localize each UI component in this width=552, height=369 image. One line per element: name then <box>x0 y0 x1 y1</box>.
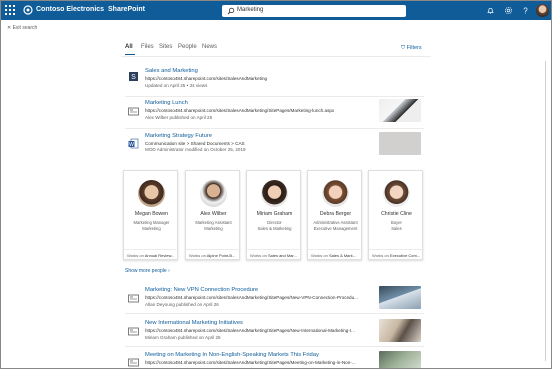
person-works-on: Works on Alpine Point-B... <box>186 249 241 260</box>
tab-files[interactable]: Files <box>141 44 154 50</box>
search-box[interactable]: Marketing <box>222 5 406 17</box>
person-card[interactable]: Miriam Graham Director Sales & Marketing… <box>246 170 302 260</box>
person-card[interactable]: Christie Cline Buyer Sales Works on Exec… <box>368 170 424 260</box>
show-more-people-label: Show more people <box>125 268 167 274</box>
result-thumbnail[interactable] <box>379 99 421 122</box>
avatar <box>261 180 288 207</box>
person-department: Sales & Marketing <box>257 226 292 231</box>
contoso-logo-icon <box>23 5 33 15</box>
brand-name[interactable]: Contoso Electronics <box>36 6 104 13</box>
person-title: Marketing Manager <box>133 220 170 225</box>
divider <box>125 313 424 314</box>
svg-text:S: S <box>131 74 136 81</box>
result-title[interactable]: Marketing Strategy Future <box>145 133 212 139</box>
person-name: Megan Bowen <box>134 211 169 217</box>
filters-button[interactable]: ⛉ Filters <box>401 45 422 52</box>
app-name[interactable]: SharePoint <box>108 6 145 13</box>
suite-bar: Contoso Electronics SharePoint Marketing… <box>1 1 551 20</box>
word-doc-icon: W <box>128 138 139 149</box>
person-name: Alex Wilber <box>200 211 227 217</box>
result-thumbnail[interactable] <box>379 286 421 309</box>
divider <box>125 96 424 97</box>
news-icon <box>128 358 139 367</box>
result-title[interactable]: Marketing Lunch <box>145 100 188 106</box>
site-icon: S <box>129 72 138 81</box>
result-item[interactable]: S Sales and Marketing https://contoso484… <box>125 67 424 93</box>
search-page: Contoso Electronics SharePoint Marketing… <box>0 0 552 369</box>
result-thumbnail[interactable] <box>379 132 421 155</box>
result-item[interactable]: Meeting on Marketing In Non-English-Spea… <box>125 351 424 368</box>
person-title: Director <box>267 220 282 225</box>
news-icon <box>128 327 139 336</box>
exit-search-label: Exit search <box>12 25 38 31</box>
result-meta: Updated on April 25 • 34 views <box>145 83 208 88</box>
user-avatar[interactable] <box>536 4 549 17</box>
chevron-right-icon: › <box>166 268 170 274</box>
tab-sites[interactable]: Sites <box>159 44 172 50</box>
result-title[interactable]: Marketing: New VPN Connection Procedure <box>145 287 258 293</box>
divider <box>125 346 424 347</box>
svg-text:?: ? <box>523 7 528 16</box>
active-tab-indicator <box>125 54 135 55</box>
result-title[interactable]: Sales and Marketing <box>145 68 198 74</box>
result-item[interactable]: W Marketing Strategy Future Communicatio… <box>125 132 424 158</box>
person-department: Marketing <box>204 226 223 231</box>
tabs-divider <box>121 56 431 57</box>
result-meta: Alex Wilber published on April 25 <box>145 115 213 120</box>
svg-text:W: W <box>129 142 134 148</box>
bell-icon[interactable] <box>486 6 495 15</box>
filters-label: Filters <box>406 45 422 51</box>
news-icon <box>128 294 139 303</box>
app-launcher-icon[interactable] <box>5 5 15 15</box>
result-thumbnail[interactable] <box>379 319 421 342</box>
person-works-on: Works on Sales & Mark... <box>308 249 363 260</box>
result-title[interactable]: New International Marketing Initiatives <box>145 320 243 326</box>
avatar <box>200 180 227 207</box>
person-department: Marketing <box>142 226 161 231</box>
tab-people[interactable]: People <box>178 44 197 50</box>
result-meta: Miriam Graham published on April 26 <box>145 335 221 340</box>
person-card[interactable]: Debra Berger Administrative Assistant Ex… <box>307 170 363 260</box>
result-url: https://contoso484.sharepoint.com/sites/… <box>145 76 268 81</box>
show-more-people-link[interactable]: Show more people › <box>125 268 170 274</box>
person-title: Administrative Assistant <box>313 220 358 225</box>
person-department: Sales <box>391 226 402 231</box>
tab-all[interactable]: All <box>125 44 133 50</box>
person-works-on: Works on Executive Com... <box>369 249 424 260</box>
gear-icon[interactable] <box>504 6 513 15</box>
person-name: Miriam Graham <box>256 211 293 217</box>
person-department: Executive Management <box>313 226 358 231</box>
result-item[interactable]: Marketing Lunch https://contoso484.share… <box>125 99 424 125</box>
divider <box>125 128 424 129</box>
search-icon <box>227 7 235 15</box>
tab-news[interactable]: News <box>202 44 217 50</box>
news-icon <box>128 107 139 116</box>
avatar <box>383 180 410 207</box>
result-title[interactable]: Meeting on Marketing In Non-English-Spea… <box>145 352 319 358</box>
person-title: Marketing Assistant <box>195 220 232 225</box>
person-card[interactable]: Megan Bowen Marketing Manager Marketing … <box>123 170 179 260</box>
avatar <box>322 180 349 207</box>
result-url: https://contoso484.sharepoint.com/sites/… <box>145 360 356 365</box>
avatar <box>138 180 165 207</box>
person-title: Buyer <box>391 220 402 225</box>
exit-search-link[interactable]: ✕ Exit search <box>7 25 37 31</box>
person-name: Debra Berger <box>319 211 352 217</box>
result-path: Communication site > Shared Documents > … <box>145 141 245 146</box>
person-works-on: Works on Annual Review... <box>124 249 179 260</box>
person-card[interactable]: Alex Wilber Marketing Assistant Marketin… <box>185 170 241 260</box>
help-icon[interactable]: ? <box>521 6 530 16</box>
search-input[interactable]: Marketing <box>237 7 263 13</box>
person-works-on: Works on Sales and Mar... <box>247 249 302 260</box>
person-name: Christie Cline <box>381 211 412 217</box>
result-url: https://contoso484.sharepoint.com/sites/… <box>145 108 335 113</box>
result-url: https://contoso484.sharepoint.com/sites/… <box>145 295 358 300</box>
result-meta: Allan Deyoung published on April 26 <box>145 302 219 307</box>
scrollbar[interactable] <box>545 61 546 361</box>
result-url: https://contoso484.sharepoint.com/sites/… <box>145 328 355 333</box>
result-thumbnail[interactable] <box>379 351 421 368</box>
result-item[interactable]: New International Marketing Initiatives … <box>125 319 424 343</box>
result-item[interactable]: Marketing: New VPN Connection Procedure … <box>125 286 424 310</box>
result-meta: MOD Administrator modified on October 25… <box>145 147 246 152</box>
